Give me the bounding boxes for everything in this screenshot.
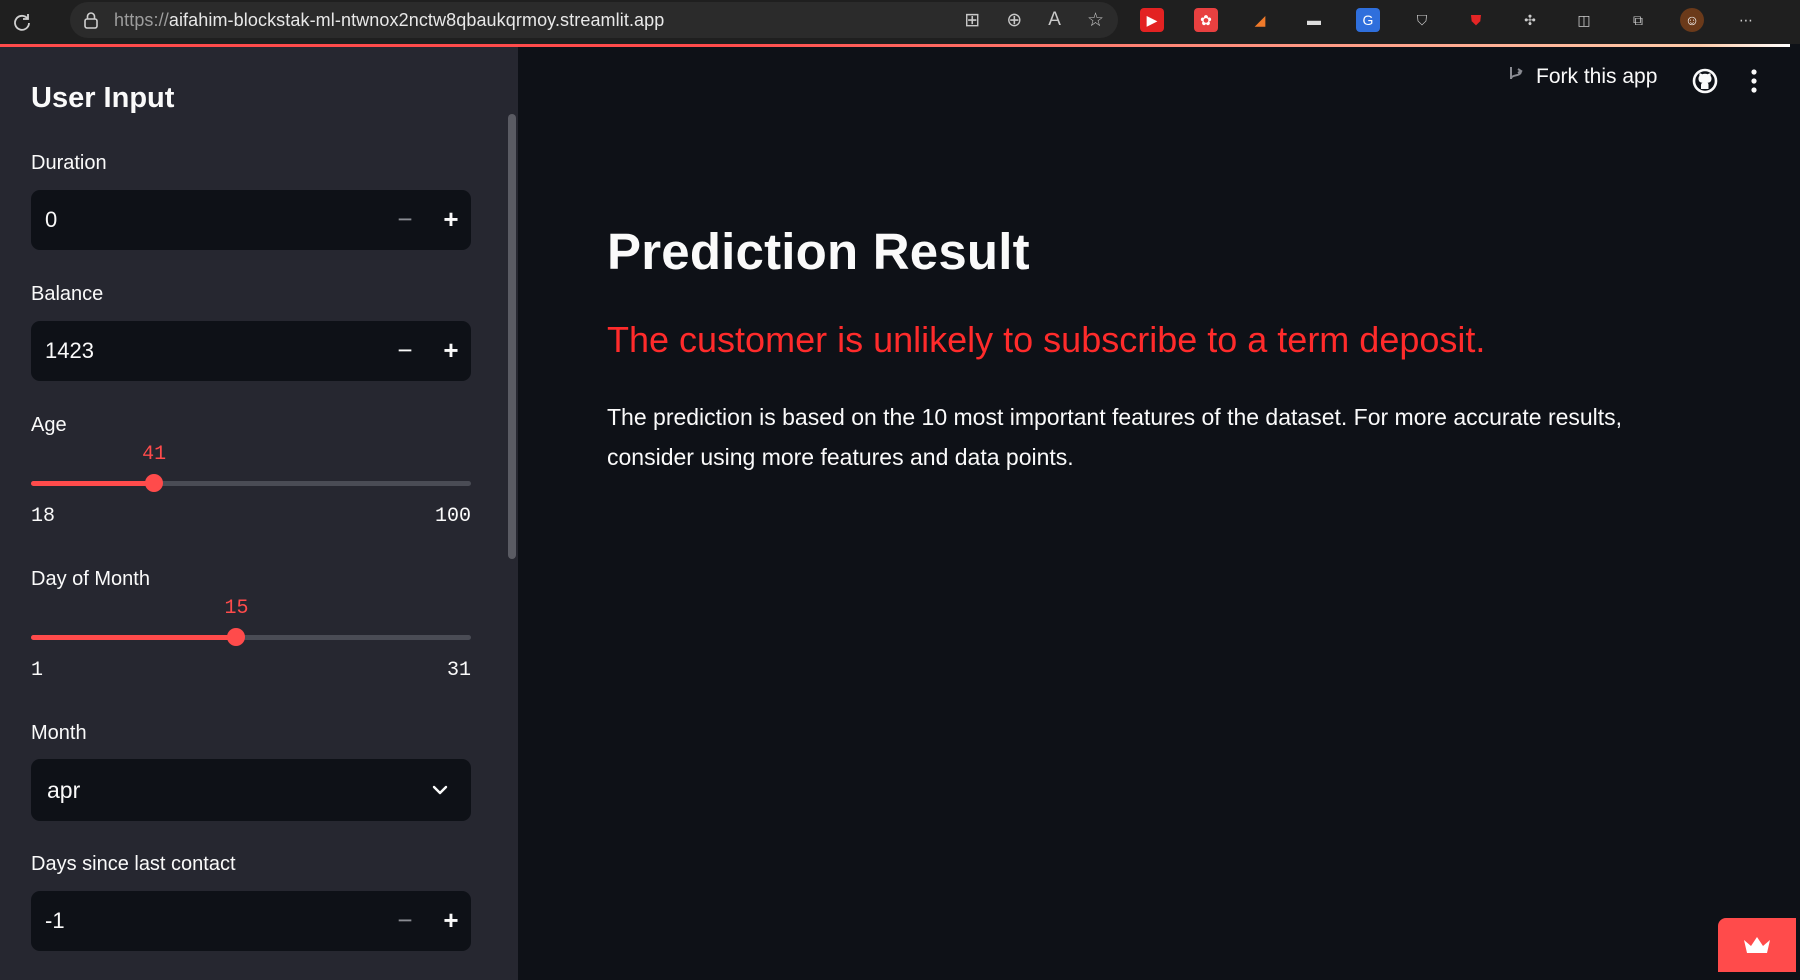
duration-increment-button[interactable]: + — [431, 190, 471, 250]
fork-app-label: Fork this app — [1536, 65, 1658, 88]
prediction-result-text: The customer is unlikely to subscribe to… — [607, 319, 1486, 360]
day-max-label: 31 — [446, 659, 471, 682]
day-min-label: 1 — [31, 659, 44, 682]
extensions-puzzle-icon[interactable]: ✣ — [1518, 8, 1542, 32]
age-slider-fill — [31, 481, 155, 486]
age-label: Age — [31, 414, 67, 436]
balance-input[interactable]: 1423 − + — [31, 321, 471, 381]
balance-value[interactable]: 1423 — [45, 321, 94, 381]
prediction-note: The prediction is based on the 10 most i… — [607, 404, 1623, 470]
extension-3-icon[interactable]: ◢ — [1248, 8, 1272, 32]
age-min-label: 18 — [31, 505, 56, 528]
extension-4-icon[interactable]: ▬ — [1302, 8, 1326, 32]
more-menu-icon[interactable]: ⋯ — [1734, 8, 1758, 32]
day-slider-fill — [31, 635, 237, 640]
split-screen-icon[interactable]: ◫ — [1572, 8, 1596, 32]
age-slider-value: 41 — [142, 443, 167, 466]
month-selected-value[interactable]: apr — [47, 759, 80, 821]
duration-input[interactable]: 0 − + — [31, 190, 471, 250]
month-select[interactable]: apr — [31, 759, 471, 821]
balance-increment-button[interactable]: + — [431, 321, 471, 381]
collections-icon[interactable]: ⧉ — [1626, 8, 1650, 32]
profile-avatar[interactable]: ☺ — [1680, 8, 1704, 32]
streamlit-manage-app-button[interactable] — [1718, 918, 1796, 972]
app-available-icon[interactable]: ⊞ — [964, 9, 980, 32]
favorite-star-icon[interactable]: ☆ — [1087, 9, 1104, 32]
read-aloud-icon[interactable]: A — [1048, 9, 1061, 31]
day-slider-value: 15 — [224, 597, 249, 620]
day-of-month-label: Day of Month — [31, 568, 150, 590]
url-text: https://aifahim-blockstak-ml-ntwnox2nctw… — [114, 9, 665, 30]
adblock-icon[interactable]: ⛊ — [1464, 8, 1488, 32]
duration-label: Duration — [31, 152, 107, 174]
fork-icon — [1510, 67, 1523, 80]
crown-icon — [1744, 937, 1770, 953]
extension-2-icon[interactable]: ✿ — [1194, 8, 1218, 32]
zoom-icon[interactable]: ⊕ — [1006, 9, 1022, 32]
duration-value[interactable]: 0 — [45, 190, 57, 250]
pdays-value[interactable]: -1 — [45, 891, 65, 951]
main-menu-icon[interactable] — [1750, 68, 1758, 94]
shield-icon[interactable]: ⛉ — [1410, 8, 1434, 32]
translate-icon[interactable]: G — [1356, 8, 1380, 32]
browser-toolbar: https://aifahim-blockstak-ml-ntwnox2nctw… — [0, 0, 1800, 44]
pdays-decrement-button[interactable]: − — [383, 891, 427, 951]
balance-decrement-button[interactable]: − — [383, 321, 427, 381]
extension-1-icon[interactable]: ▶ — [1140, 8, 1164, 32]
fork-app-button[interactable]: Fork this app — [1506, 65, 1657, 89]
address-bar[interactable]: https://aifahim-blockstak-ml-ntwnox2nctw… — [70, 2, 1118, 38]
month-label: Month — [31, 722, 87, 744]
page-title: Prediction Result — [607, 223, 1030, 280]
age-max-label: 100 — [434, 505, 471, 528]
pdays-input[interactable]: -1 − + — [31, 891, 471, 951]
pdays-label: Days since last contact — [31, 853, 236, 875]
balance-label: Balance — [31, 283, 104, 305]
sidebar-scrollbar[interactable] — [508, 114, 516, 559]
duration-decrement-button[interactable]: − — [383, 190, 427, 250]
lock-icon[interactable] — [76, 11, 106, 29]
pdays-increment-button[interactable]: + — [431, 891, 471, 951]
chevron-down-icon[interactable] — [431, 781, 449, 799]
sidebar-title: User Input — [31, 82, 175, 114]
github-icon[interactable] — [1692, 68, 1718, 94]
refresh-icon[interactable] — [2, 2, 42, 42]
